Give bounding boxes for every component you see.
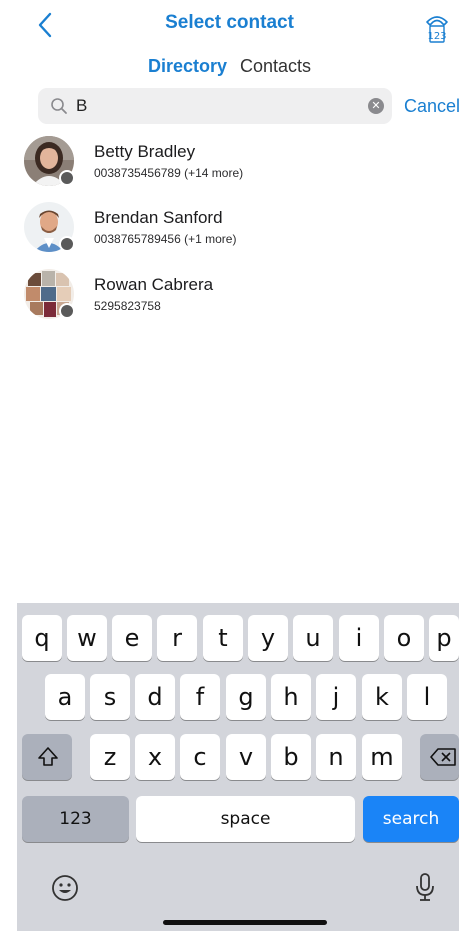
tab-contacts[interactable]: Contacts <box>240 56 311 77</box>
tab-directory[interactable]: Directory <box>148 56 227 77</box>
status-offline-dot <box>59 303 75 319</box>
dialpad-label: 123 <box>427 31 446 42</box>
key-p[interactable]: p <box>429 615 459 661</box>
backspace-icon <box>430 748 456 766</box>
contact-number: 5295823758 <box>94 299 161 313</box>
clear-search-icon[interactable]: ✕ <box>368 98 384 114</box>
key-c[interactable]: c <box>180 734 220 780</box>
key-f[interactable]: f <box>180 674 220 720</box>
key-t[interactable]: t <box>203 615 243 661</box>
key-b[interactable]: b <box>271 734 311 780</box>
key-g[interactable]: g <box>226 674 266 720</box>
status-offline-dot <box>59 170 75 186</box>
key-i[interactable]: i <box>339 615 379 661</box>
key-u[interactable]: u <box>293 615 333 661</box>
key-z[interactable]: z <box>90 734 130 780</box>
shift-icon <box>38 747 58 766</box>
key-q[interactable]: q <box>22 615 62 661</box>
segment-control: Directory Contacts <box>0 56 459 77</box>
search-key[interactable]: search <box>363 796 459 842</box>
status-offline-dot <box>59 236 75 252</box>
search-field[interactable]: B ✕ <box>38 88 392 124</box>
phone-keypad-icon[interactable]: 123 <box>420 10 454 44</box>
key-o[interactable]: o <box>384 615 424 661</box>
page-title: Select contact <box>165 12 294 33</box>
shift-key[interactable] <box>22 734 72 780</box>
home-indicator[interactable] <box>163 920 327 925</box>
key-n[interactable]: n <box>316 734 356 780</box>
contact-name: Betty Bradley <box>94 142 196 161</box>
key-e[interactable]: e <box>112 615 152 661</box>
key-v[interactable]: v <box>226 734 266 780</box>
contact-name: Brendan Sanford <box>94 208 223 227</box>
key-a[interactable]: a <box>45 674 85 720</box>
numbers-key[interactable]: 123 <box>22 796 129 842</box>
contact-row[interactable]: Brendan Sanford 0038765789456 (+1 more) <box>24 202 444 258</box>
key-r[interactable]: r <box>157 615 197 661</box>
key-y[interactable]: y <box>248 615 288 661</box>
key-l[interactable]: l <box>407 674 447 720</box>
keyboard: q w e r t y u i o p a s d f g h j k l z … <box>17 603 459 931</box>
contact-number: 0038765789456 (+1 more) <box>94 232 237 246</box>
microphone-icon[interactable] <box>413 871 437 903</box>
key-m[interactable]: m <box>362 734 402 780</box>
key-k[interactable]: k <box>362 674 402 720</box>
search-icon <box>51 98 67 114</box>
cancel-button[interactable]: Cancel <box>404 96 459 117</box>
key-x[interactable]: x <box>135 734 175 780</box>
key-h[interactable]: h <box>271 674 311 720</box>
key-j[interactable]: j <box>316 674 356 720</box>
emoji-icon[interactable] <box>50 873 80 903</box>
delete-key[interactable] <box>420 734 459 780</box>
contact-number: 0038735456789 (+14 more) <box>94 166 244 180</box>
key-d[interactable]: d <box>135 674 175 720</box>
contact-row[interactable]: Betty Bradley 0038735456789 (+14 more) <box>24 136 444 192</box>
search-input[interactable]: B <box>76 96 87 116</box>
contact-name: Rowan Cabrera <box>94 275 214 294</box>
space-key[interactable]: space <box>136 796 355 842</box>
contact-row[interactable]: Rowan Cabrera 5295823758 <box>24 269 444 325</box>
key-w[interactable]: w <box>67 615 107 661</box>
key-s[interactable]: s <box>90 674 130 720</box>
